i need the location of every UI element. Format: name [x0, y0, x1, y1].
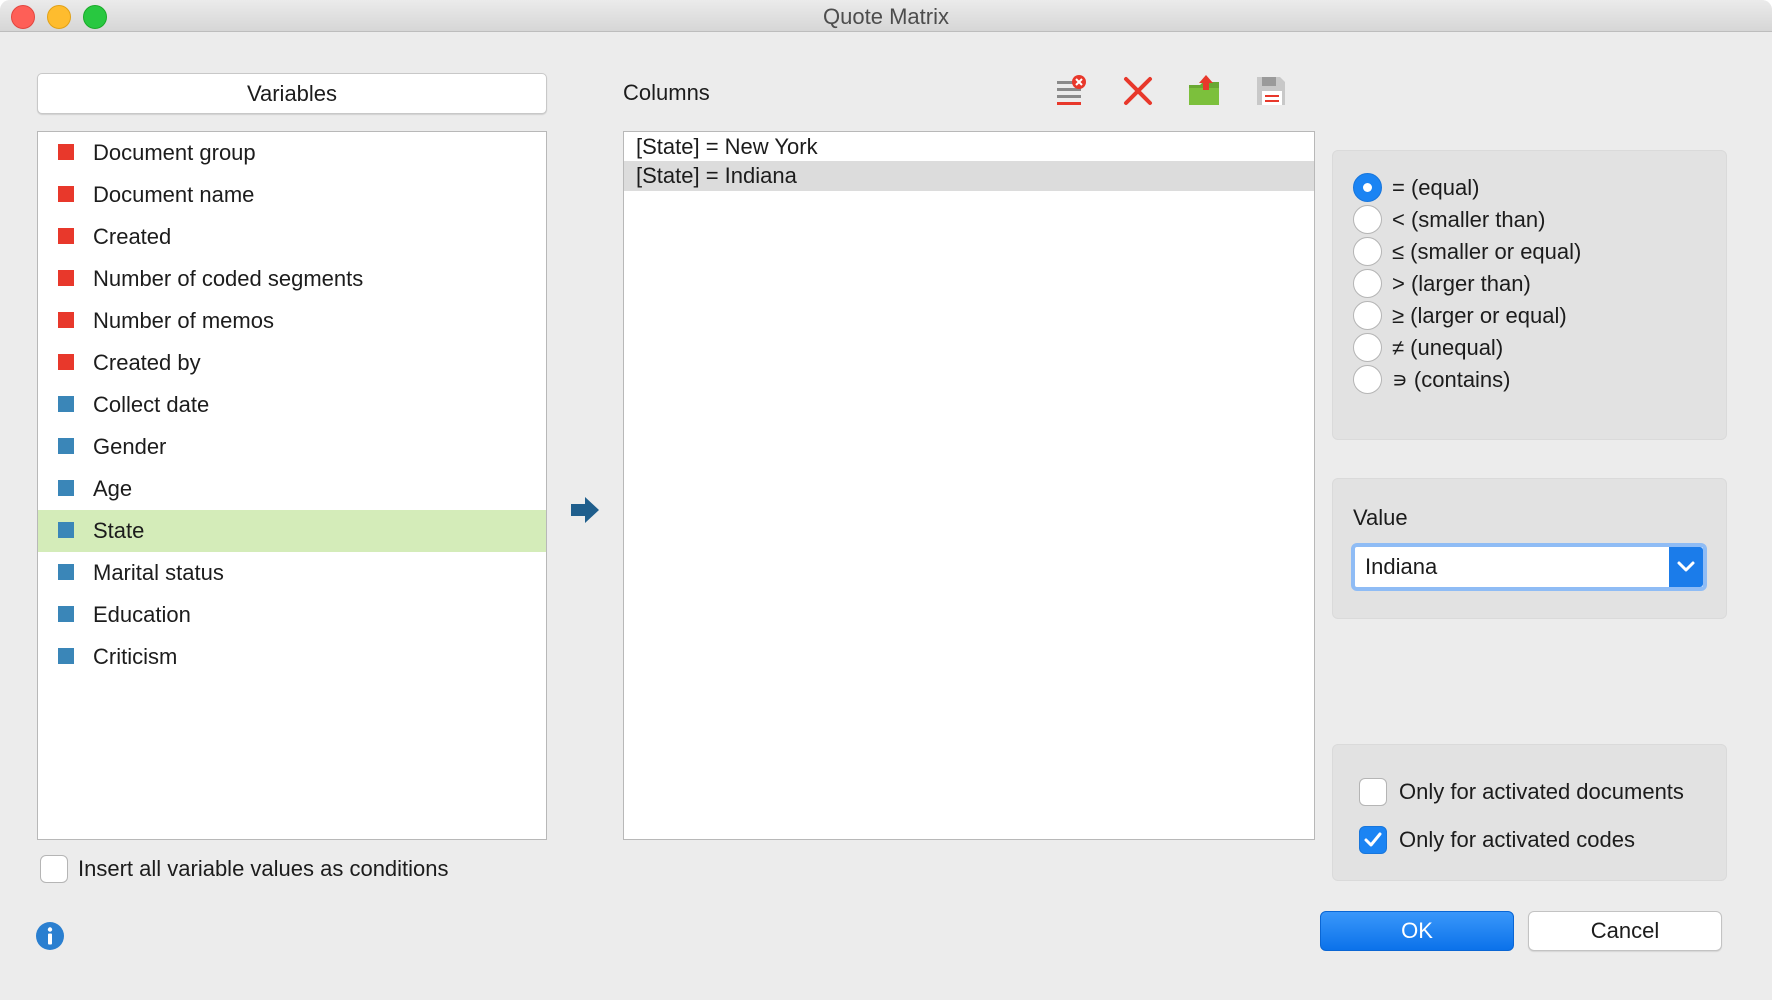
value-select[interactable]: Indiana	[1351, 543, 1707, 591]
variable-label: Marital status	[93, 560, 224, 585]
operator-radio[interactable]	[1353, 365, 1382, 394]
quote-matrix-dialog: Quote Matrix Variables Document group Doc…	[0, 0, 1772, 1000]
operator-group: = (equal) < (smaller than) ≤ (smaller or e…	[1332, 150, 1727, 440]
variable-label: Document group	[93, 140, 256, 165]
operator-label: ≤ (smaller or equal)	[1392, 239, 1582, 264]
variable-type-icon	[58, 480, 74, 496]
add-to-columns-arrow-icon[interactable]	[569, 495, 601, 525]
info-icon[interactable]	[35, 921, 65, 951]
variable-type-icon	[58, 648, 74, 664]
variable-label: Age	[93, 476, 133, 501]
variable-label: Created by	[93, 350, 201, 375]
variable-type-icon	[58, 606, 74, 622]
variable-type-icon	[58, 270, 74, 286]
variables-list[interactable]: Document group Document name Created Number…	[37, 131, 547, 840]
variable-item[interactable]: Number of coded segments	[38, 258, 546, 300]
variable-label: Number of coded segments	[93, 266, 364, 291]
variable-item[interactable]: Collect date	[38, 384, 546, 426]
variable-type-icon	[58, 438, 74, 454]
variable-item[interactable]: Education	[38, 594, 546, 636]
cancel-button[interactable]: Cancel	[1528, 911, 1722, 951]
insert-all-label: Insert all variable values as conditions	[78, 856, 449, 881]
operator-label: < (smaller than)	[1392, 207, 1546, 232]
variable-label: Document name	[93, 182, 255, 207]
column-condition-item[interactable]: [State] = New York	[624, 132, 1314, 162]
operator-radio[interactable]	[1353, 237, 1382, 266]
delete-icon[interactable]	[1120, 73, 1156, 109]
variable-item[interactable]: Document group	[38, 132, 546, 174]
operator-label: ≠ (unequal)	[1392, 335, 1504, 360]
variable-type-icon	[58, 144, 74, 160]
operator-radio[interactable]	[1353, 205, 1382, 234]
variable-item[interactable]: Criticism	[38, 636, 546, 678]
variable-label: State	[93, 518, 145, 543]
operator-radio[interactable]	[1353, 333, 1382, 362]
variable-type-icon	[58, 354, 74, 370]
operator-radio[interactable]	[1353, 173, 1382, 202]
activated-documents-label: Only for activated documents	[1399, 779, 1684, 804]
operator-option[interactable]: < (smaller than)	[1333, 203, 1713, 237]
variable-item[interactable]: Number of memos	[38, 300, 546, 342]
operator-label: > (larger than)	[1392, 271, 1531, 296]
columns-list[interactable]: [State] = New York [State] = Indiana	[623, 131, 1315, 840]
window-title: Quote Matrix	[823, 4, 949, 29]
checkmark-icon	[1364, 832, 1382, 847]
variable-item[interactable]: Gender	[38, 426, 546, 468]
variable-type-icon	[58, 186, 74, 202]
activated-codes-label: Only for activated codes	[1399, 827, 1636, 852]
variable-item[interactable]: Created by	[38, 342, 546, 384]
operator-label: ∍ (contains)	[1392, 367, 1511, 392]
operator-option[interactable]: ≤ (smaller or equal)	[1333, 235, 1713, 269]
value-select-text: Indiana	[1365, 554, 1438, 579]
operator-radio[interactable]	[1353, 269, 1382, 298]
save-icon[interactable]	[1253, 73, 1289, 109]
variable-type-icon	[58, 522, 74, 538]
operator-option[interactable]: = (equal)	[1333, 171, 1713, 205]
variable-item[interactable]: State	[38, 510, 546, 552]
variable-label: Education	[93, 602, 191, 627]
operator-option[interactable]: > (larger than)	[1333, 267, 1713, 301]
variables-header-button[interactable]: Variables	[37, 73, 547, 114]
variable-item[interactable]: Age	[38, 468, 546, 510]
ok-button[interactable]: OK	[1320, 911, 1514, 951]
operator-option[interactable]: ≥ (larger or equal)	[1333, 299, 1713, 333]
variable-type-icon	[58, 564, 74, 580]
activated-documents-checkbox[interactable]	[1359, 778, 1387, 806]
variable-label: Collect date	[93, 392, 210, 417]
open-folder-icon[interactable]	[1186, 73, 1222, 109]
variable-label: Number of memos	[93, 308, 274, 333]
variable-item[interactable]: Created	[38, 216, 546, 258]
clear-list-icon[interactable]	[1053, 73, 1089, 109]
title-bar: Quote Matrix	[0, 0, 1772, 32]
activated-codes-checkbox[interactable]	[1359, 826, 1387, 854]
operator-label: = (equal)	[1392, 175, 1480, 200]
variable-item[interactable]: Document name	[38, 174, 546, 216]
variable-label: Criticism	[93, 644, 178, 669]
columns-label: Columns	[623, 80, 710, 105]
operator-radio[interactable]	[1353, 301, 1382, 330]
value-label: Value	[1353, 505, 1408, 530]
variable-label: Created	[93, 224, 172, 249]
operator-label: ≥ (larger or equal)	[1392, 303, 1567, 328]
options-group: Only for activated documents Only for ac…	[1332, 744, 1727, 881]
value-group: Value Indiana	[1332, 478, 1727, 619]
variable-label: Gender	[93, 434, 167, 459]
variable-type-icon	[58, 312, 74, 328]
variable-item[interactable]: Marital status	[38, 552, 546, 594]
variable-type-icon	[58, 396, 74, 412]
chevron-down-icon[interactable]	[1669, 547, 1703, 587]
variable-type-icon	[58, 228, 74, 244]
insert-all-checkbox[interactable]	[40, 855, 68, 883]
column-condition-item[interactable]: [State] = Indiana	[624, 161, 1314, 191]
operator-option[interactable]: ≠ (unequal)	[1333, 331, 1713, 365]
operator-option[interactable]: ∍ (contains)	[1333, 363, 1713, 397]
